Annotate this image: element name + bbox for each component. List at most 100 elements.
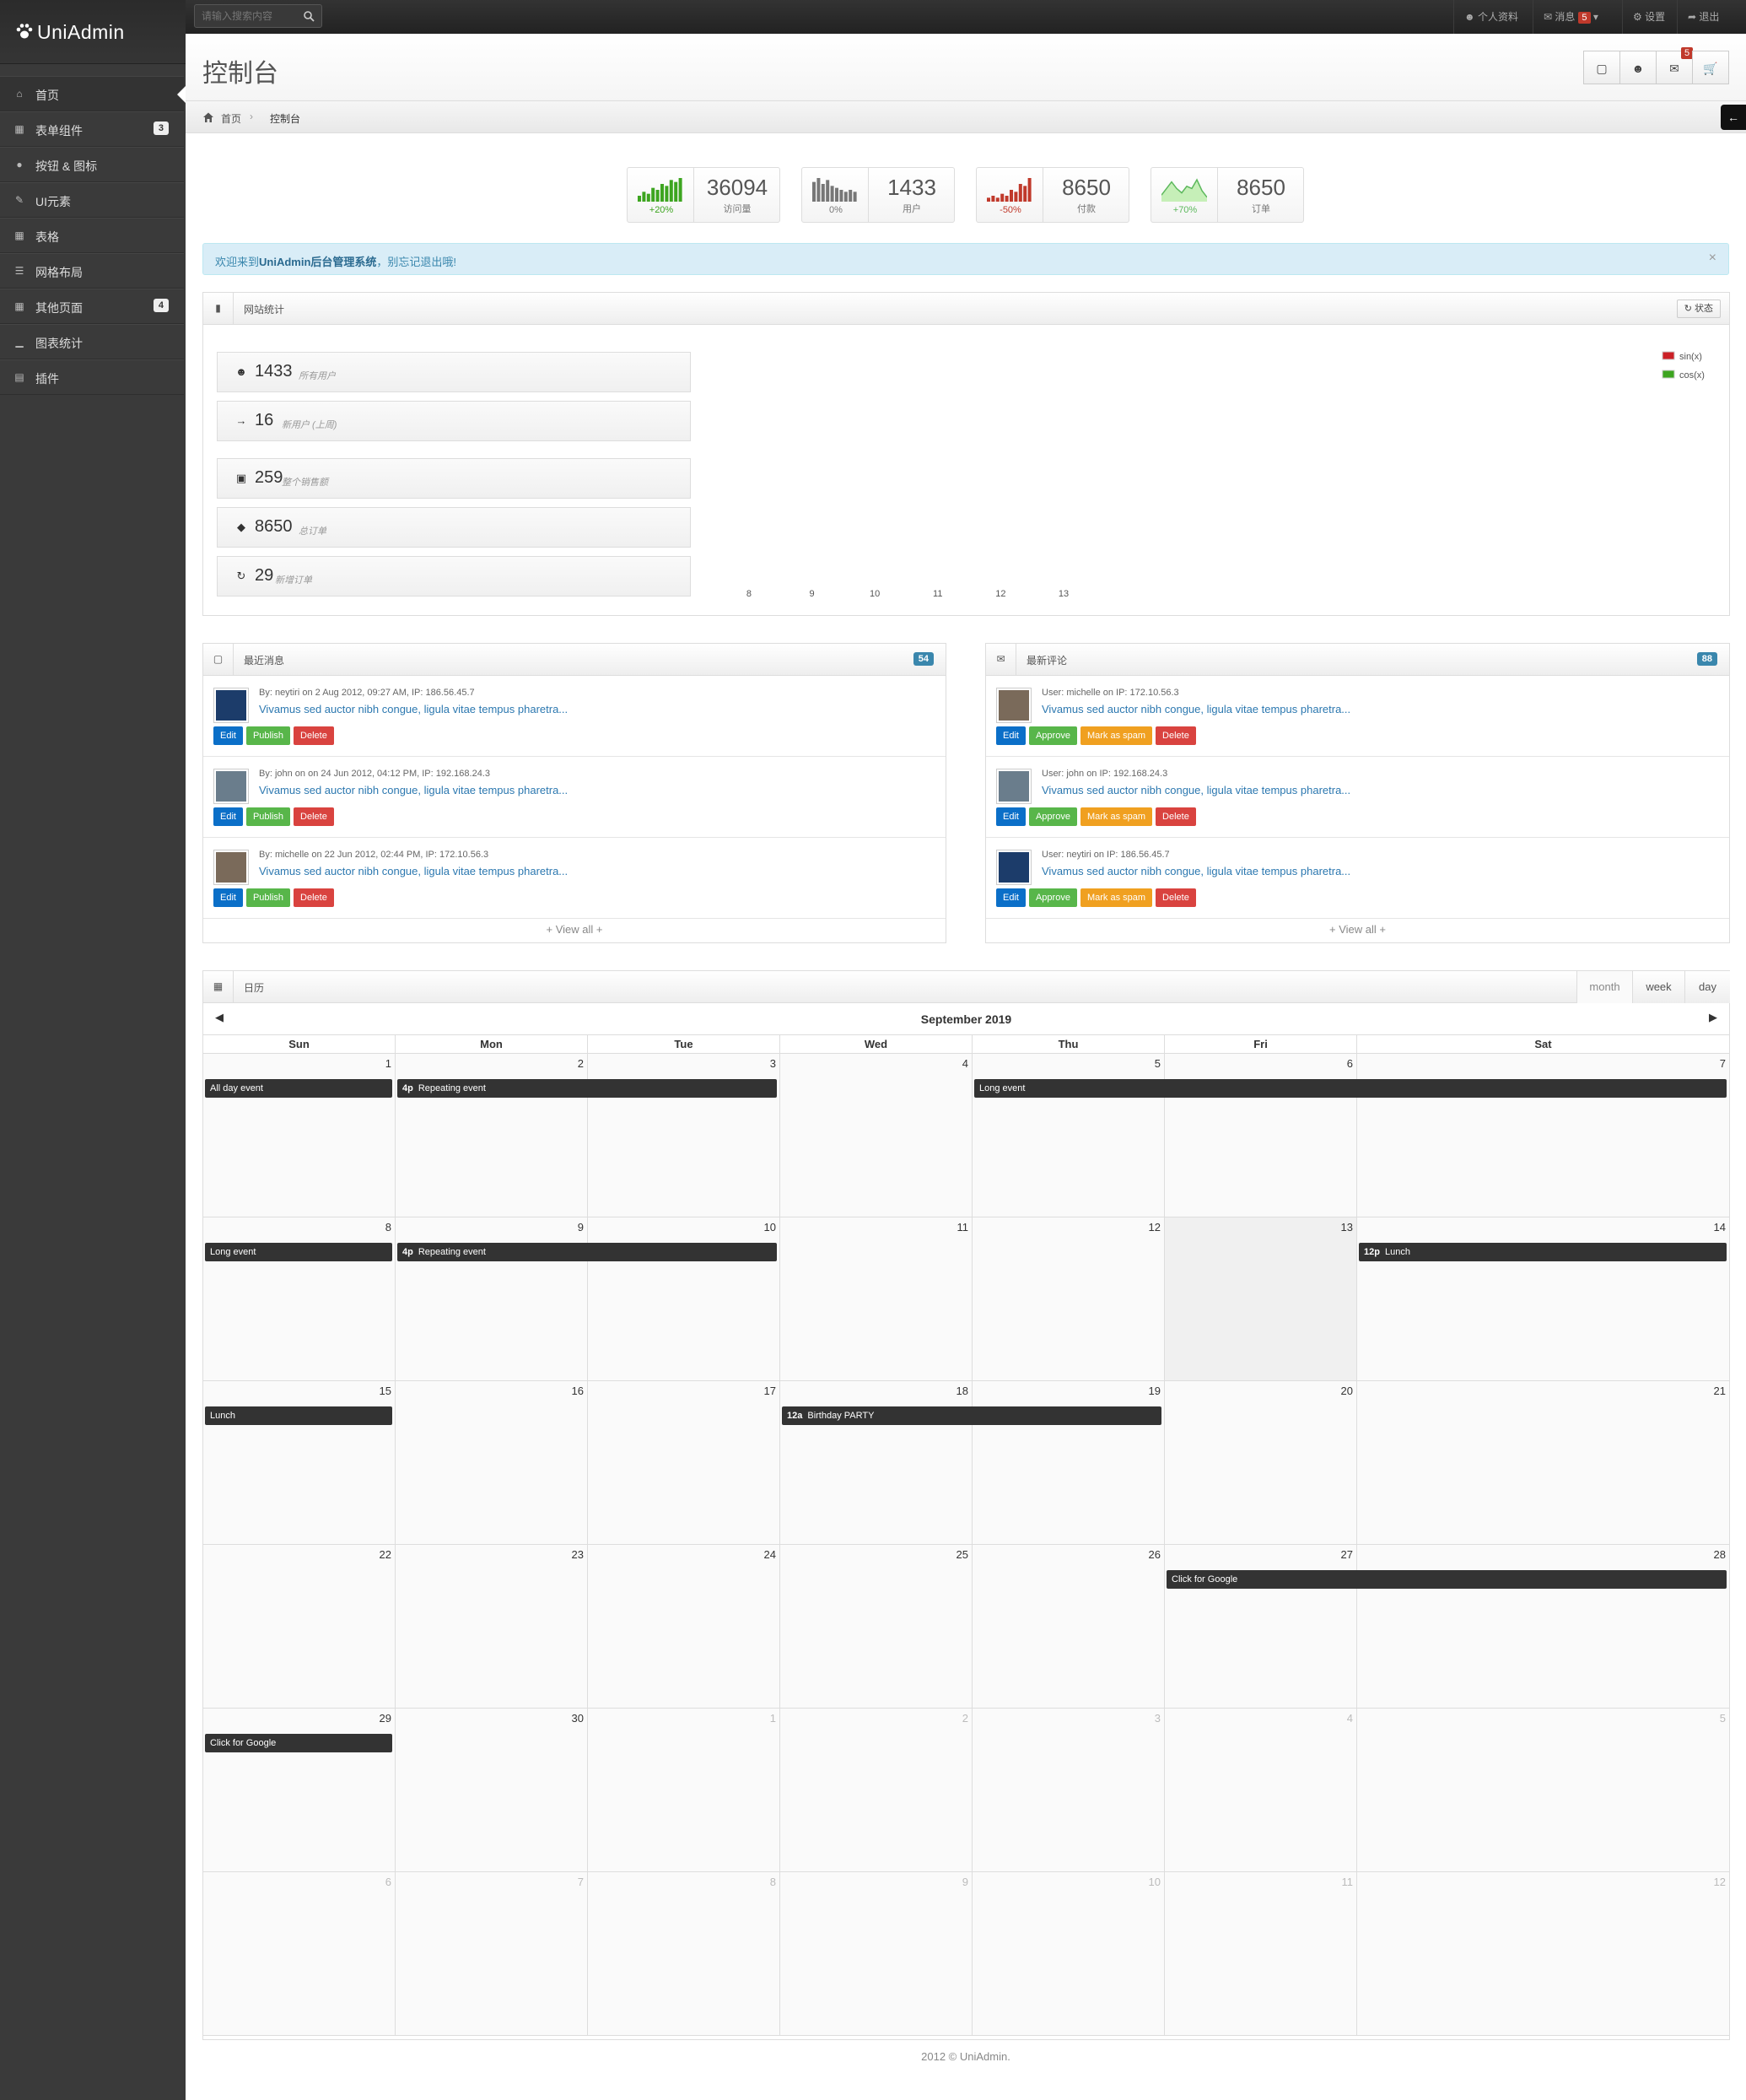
spam-button[interactable]: Mark as spam — [1080, 726, 1153, 745]
next-month-icon[interactable]: ▶ — [1709, 1011, 1717, 1024]
day-cell[interactable]: 6 — [203, 1872, 396, 2036]
stat-divider — [868, 168, 869, 222]
sparkline-bar — [830, 186, 834, 202]
cart-button[interactable]: 🛒 — [1692, 51, 1729, 84]
settings-label: 设置 — [1645, 11, 1666, 23]
comment-text[interactable]: Vivamus sed auctor nibh congue, ligula v… — [1042, 865, 1350, 877]
sidebar-item-5[interactable]: ☰ 网格布局 — [0, 253, 184, 289]
day-cell[interactable]: 11 — [780, 1217, 973, 1381]
publish-button[interactable]: Publish — [245, 726, 291, 745]
view-month-button[interactable]: month — [1576, 971, 1632, 1003]
sidebar-item-1[interactable]: ▦ 表单组件 3 — [0, 111, 184, 147]
calendar-event[interactable]: 12p Lunch — [1359, 1243, 1727, 1261]
day-cell[interactable]: 1 — [588, 1709, 780, 1872]
user-button[interactable]: ☻ — [1619, 51, 1657, 84]
day-cell[interactable]: 17 — [588, 1381, 780, 1545]
calendar-event[interactable]: Click for Google — [205, 1734, 392, 1752]
approve-button[interactable]: Approve — [1028, 726, 1077, 745]
view-week-button[interactable]: week — [1632, 971, 1684, 1003]
delete-button[interactable]: Delete — [294, 726, 334, 745]
search-input[interactable] — [202, 10, 294, 22]
stat-value: 36094 — [706, 175, 768, 200]
publish-button[interactable]: Publish — [245, 888, 291, 907]
calendar-event[interactable]: Long event — [974, 1079, 1727, 1098]
sidebar-item-7[interactable]: ▁ 图表统计 — [0, 324, 184, 359]
day-cell[interactable]: 4 — [1165, 1709, 1357, 1872]
calendar-event[interactable]: 12a Birthday PARTY — [782, 1406, 1161, 1425]
view-day-button[interactable]: day — [1684, 971, 1730, 1003]
calendar-event[interactable]: All day event — [205, 1079, 392, 1098]
settings-link[interactable]: ⚙ 设置 — [1622, 0, 1675, 34]
delete-button[interactable]: Delete — [294, 888, 334, 907]
sidebar-item-3[interactable]: ✎ UI元素 — [0, 182, 184, 218]
message-text[interactable]: Vivamus sed auctor nibh congue, ligula v… — [259, 865, 568, 877]
day-cell[interactable]: 16 — [396, 1381, 588, 1545]
edit-button[interactable]: Edit — [213, 726, 243, 745]
welcome-alert: 欢迎来到UniAdmin后台管理系统，别忘记退出哦! × — [202, 243, 1729, 275]
day-cell[interactable]: 22 — [203, 1545, 396, 1709]
messages-link[interactable]: ✉ 消息 5 ▾ — [1533, 0, 1609, 34]
day-cell[interactable]: 12 — [1357, 1872, 1730, 2036]
edit-button[interactable]: Edit — [996, 807, 1026, 826]
logo[interactable]: UniAdmin — [0, 0, 186, 64]
day-cell[interactable]: 25 — [780, 1545, 973, 1709]
logout-link[interactable]: ➦ 退出 — [1677, 0, 1729, 34]
comment-text[interactable]: Vivamus sed auctor nibh congue, ligula v… — [1042, 703, 1350, 715]
day-cell[interactable]: 3 — [973, 1709, 1165, 1872]
sidebar-item-6[interactable]: ▦ 其他页面 4 — [0, 289, 184, 324]
sidebar-item-2[interactable]: ● 按钮 & 图标 — [0, 147, 184, 182]
day-cell[interactable]: 2 — [780, 1709, 973, 1872]
spam-button[interactable]: Mark as spam — [1080, 888, 1153, 907]
day-cell[interactable]: 8 — [588, 1872, 780, 2036]
delete-button[interactable]: Delete — [1156, 726, 1196, 745]
sidebar: UniAdmin ⌂ 首页 ▦ 表单组件 3 ● 按钮 & 图标 ✎ UI元素 ▦ 表格 ☰ 网格布局 ▦… — [0, 0, 186, 2100]
message-text[interactable]: Vivamus sed auctor nibh congue, ligula v… — [259, 703, 568, 715]
day-cell[interactable]: 26 — [973, 1545, 1165, 1709]
publish-button[interactable]: Publish — [245, 807, 291, 826]
day-cell[interactable]: 23 — [396, 1545, 588, 1709]
delete-button[interactable]: Delete — [1156, 888, 1196, 907]
edit-button[interactable]: Edit — [213, 807, 243, 826]
day-cell[interactable]: 21 — [1357, 1381, 1730, 1545]
calendar-event[interactable]: Lunch — [205, 1406, 392, 1425]
calendar-event[interactable]: 4p Repeating event — [397, 1079, 777, 1098]
edit-button[interactable]: Edit — [996, 888, 1026, 907]
messages-view-all-link[interactable]: + View all + — [203, 917, 946, 942]
day-cell[interactable]: 10 — [973, 1872, 1165, 2036]
sidebar-toggle-button[interactable]: ← — [1721, 105, 1746, 130]
day-cell[interactable]: 9 — [780, 1872, 973, 2036]
delete-button[interactable]: Delete — [1156, 807, 1196, 826]
search-icon[interactable] — [303, 10, 315, 22]
calendar-event[interactable]: Long event — [205, 1243, 392, 1261]
status-button[interactable]: ↻ 状态 — [1676, 300, 1721, 318]
day-cell[interactable]: 30 — [396, 1709, 588, 1872]
day-number: 4 — [1346, 1712, 1353, 1725]
close-icon[interactable]: × — [1709, 251, 1716, 266]
comments-view-all-link[interactable]: + View all + — [986, 917, 1729, 942]
day-cell[interactable]: 20 — [1165, 1381, 1357, 1545]
day-cell[interactable]: 5 — [1357, 1709, 1730, 1872]
day-cell[interactable]: 11 — [1165, 1872, 1357, 2036]
approve-button[interactable]: Approve — [1028, 888, 1077, 907]
file-button[interactable]: ▢ — [1583, 51, 1620, 84]
breadcrumb-home[interactable]: 首页 — [221, 111, 241, 126]
approve-button[interactable]: Approve — [1028, 807, 1077, 826]
comment-text[interactable]: Vivamus sed auctor nibh congue, ligula v… — [1042, 784, 1350, 796]
sidebar-item-8[interactable]: ▤ 插件 — [0, 359, 184, 395]
delete-button[interactable]: Delete — [294, 807, 334, 826]
day-cell[interactable]: 4 — [780, 1054, 973, 1217]
day-cell[interactable]: 13 — [1165, 1217, 1357, 1381]
summary-row: ↻ 29 新增订单 — [217, 556, 691, 597]
edit-button[interactable]: Edit — [213, 888, 243, 907]
edit-button[interactable]: Edit — [996, 726, 1026, 745]
day-cell[interactable]: 12 — [973, 1217, 1165, 1381]
profile-link[interactable]: ☻ 个人资料 — [1453, 0, 1528, 34]
sidebar-item-0[interactable]: ⌂ 首页 — [0, 76, 186, 111]
calendar-event[interactable]: Click for Google — [1167, 1570, 1727, 1589]
sidebar-item-4[interactable]: ▦ 表格 — [0, 218, 184, 253]
message-text[interactable]: Vivamus sed auctor nibh congue, ligula v… — [259, 784, 568, 796]
spam-button[interactable]: Mark as spam — [1080, 807, 1153, 826]
day-cell[interactable]: 7 — [396, 1872, 588, 2036]
calendar-event[interactable]: 4p Repeating event — [397, 1243, 777, 1261]
day-cell[interactable]: 24 — [588, 1545, 780, 1709]
